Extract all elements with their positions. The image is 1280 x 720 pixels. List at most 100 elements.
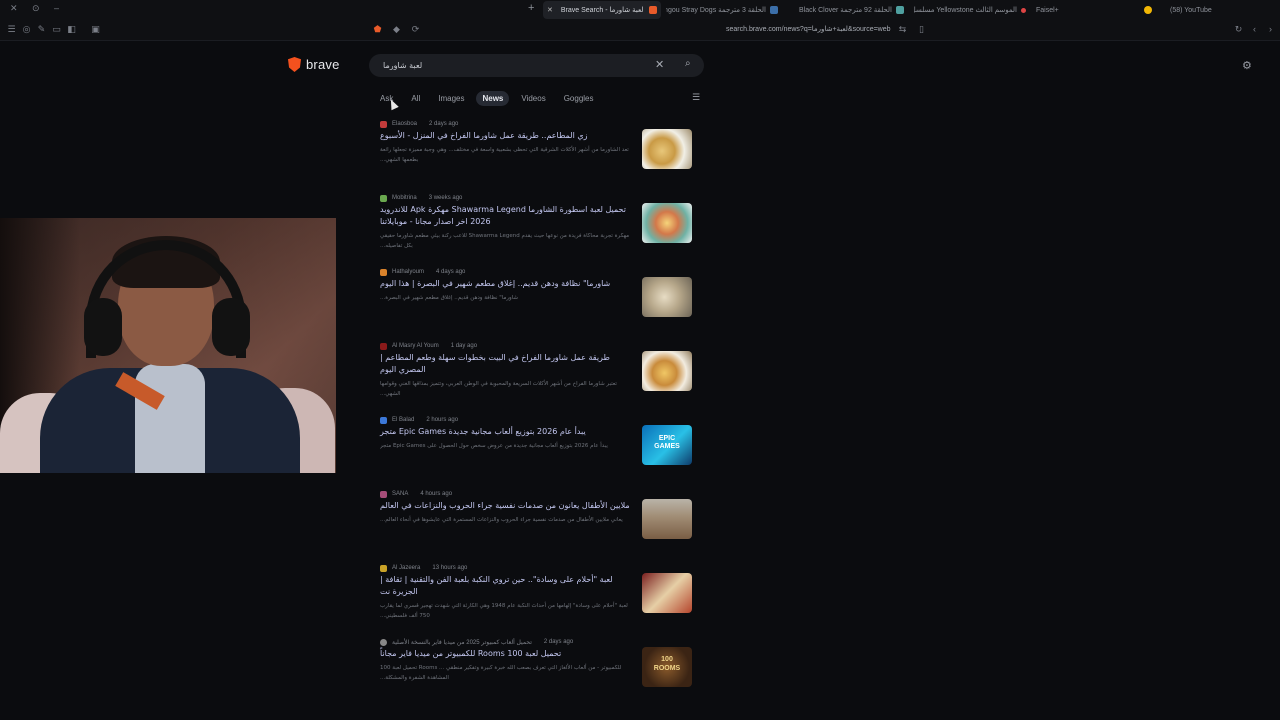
search-box: ✕ ⌕ xyxy=(369,54,704,77)
result-thumbnail[interactable] xyxy=(642,573,692,613)
tab-bungou[interactable]: Bungou Stray Dogs الحلقة 3 مترجمة xyxy=(666,1,782,19)
source-favicon-icon xyxy=(380,342,387,350)
sidebar-menu-icon[interactable]: ☰ xyxy=(6,24,17,35)
result-description: يبدأ عام 2026 بتوزيع ألعاب مجانية جديدة … xyxy=(380,443,608,449)
new-tab-button[interactable]: + xyxy=(528,2,534,14)
tab-news[interactable]: News xyxy=(476,91,510,106)
result-thumbnail[interactable] xyxy=(642,351,692,391)
search-input[interactable] xyxy=(383,58,643,73)
result-title[interactable]: تحميل لعبة اسطورة الشاورما Shawarma Lege… xyxy=(380,204,630,228)
result-description: لعبة "أحلام على وسادة" إلهامها من أحداث … xyxy=(380,603,628,619)
result-source[interactable]: Elaosboa xyxy=(392,121,417,127)
result-thumbnail[interactable] xyxy=(642,129,692,169)
settings-gear-icon[interactable]: ⚙ xyxy=(1242,59,1252,72)
search-icon[interactable]: ⌕ xyxy=(685,58,691,69)
result-description: تعد الشاورما من أشهر الأكلات الشرقية الت… xyxy=(380,147,629,163)
tab-images[interactable]: Images xyxy=(432,91,470,106)
clear-search-icon[interactable]: ✕ xyxy=(655,58,664,71)
result-thumbnail[interactable] xyxy=(642,277,692,317)
share-icon[interactable]: ⇆ xyxy=(897,24,908,35)
result-source[interactable]: SANA xyxy=(392,491,408,497)
brave-logo[interactable]: brave xyxy=(288,57,340,72)
result-title[interactable]: تحميل لعبة 100 Rooms للكمبيوتر من ميديا … xyxy=(380,648,630,660)
forward-icon[interactable]: › xyxy=(1265,24,1276,35)
result-age: 2 days ago xyxy=(429,121,459,127)
reload-page-icon[interactable]: ⟳ xyxy=(410,24,421,35)
shield-icon[interactable]: ◆ xyxy=(391,24,402,35)
tab-all[interactable]: All xyxy=(405,91,426,106)
result-description: مهكرة تجربة محاكاة فريدة من نوعها حيث يق… xyxy=(380,233,630,249)
bookmark-icon[interactable]: ▯ xyxy=(916,24,927,35)
result-title[interactable]: شاورما" نظافة ودهن قديم.. إغلاق مطعم شهي… xyxy=(380,278,630,290)
result-age: 4 hours ago xyxy=(420,491,453,497)
shirt xyxy=(135,364,205,473)
tab-label: Bungou Stray Dogs الحلقة 3 مترجمة xyxy=(666,7,766,14)
tab-label: (58) YouTube xyxy=(1170,6,1212,14)
news-results: Elaosboa 2 days ago زي المطاعم.. طريقة عم… xyxy=(380,118,700,710)
result-thumbnail[interactable] xyxy=(642,203,692,243)
result-source[interactable]: Hathalyoum xyxy=(392,269,424,275)
sidebar-toggle-icon[interactable]: ◧ xyxy=(66,24,77,35)
tab-label: Brave Search - لعبة شاورما xyxy=(560,7,644,14)
result-title[interactable]: يبدأ عام 2026 بتوزيع ألعاب مجانية جديدة … xyxy=(380,426,630,438)
tab-yellowstone[interactable]: مسلسل Yellowstone الموسم الثالث xyxy=(914,1,1030,19)
extensions-icon[interactable]: ✎ xyxy=(36,24,47,35)
source-favicon-icon xyxy=(380,194,387,202)
result-description: شاورما" نظافة ودهن قديم.. إغلاق مطعم شهي… xyxy=(380,295,518,301)
result-title[interactable]: طريقة عمل شاورما الفراخ في البيت بخطوات … xyxy=(380,352,630,376)
browser-menu-icon[interactable]: ⊙ xyxy=(32,3,40,14)
source-favicon-icon xyxy=(380,638,387,646)
tab-goggles[interactable]: Goggles xyxy=(558,91,600,106)
result-title[interactable]: زي المطاعم.. طريقة عمل شاورما الفراخ في … xyxy=(380,130,630,142)
result-thumbnail[interactable]: 100 ROOMS xyxy=(642,647,692,687)
filter-icon[interactable]: ☰ xyxy=(692,92,700,103)
tab-strip: ✕ ⊙ – + ✕ Brave Search - لعبة شاورما Bun… xyxy=(0,0,1280,21)
site-favicon-icon xyxy=(770,6,778,14)
news-result[interactable]: تحميل ألعاب كمبيوتر 2025 من ميديا فاير ب… xyxy=(380,636,700,710)
result-source[interactable]: Mobitrina xyxy=(392,195,417,201)
source-favicon-icon xyxy=(380,120,387,128)
site-favicon-icon xyxy=(1021,7,1026,13)
brave-lion-icon xyxy=(288,57,301,72)
result-title[interactable]: لعبة "أحلام على وسادة".. حين تروي النكبة… xyxy=(380,574,630,598)
tab-youtube[interactable]: (58) YouTube xyxy=(1140,1,1260,19)
reader-icon[interactable]: ▣ xyxy=(90,24,101,35)
source-favicon-icon xyxy=(380,490,387,498)
window-menu-icon[interactable]: ✕ xyxy=(10,3,18,14)
minimize-icon[interactable]: – xyxy=(54,3,59,13)
news-result[interactable]: Hathalyoum 4 days ago شاورما" نظافة ودهن … xyxy=(380,266,700,340)
tab-label: مسلسل Yellowstone الموسم الثالث xyxy=(914,7,1017,14)
url-field[interactable]: search.brave.com/news?q=لعبة+شاورما&sour… xyxy=(726,25,891,33)
reload-icon[interactable]: ↻ xyxy=(1233,24,1244,35)
news-result[interactable]: Al Masry Al Youm 1 day ago طريقة عمل شاور… xyxy=(380,340,700,414)
address-toolbar: ☰ ◎ ✎ ▭ ◧ ▣ ⬟ ◆ ⟳ search.brave.com/news?… xyxy=(0,20,1280,41)
source-favicon-icon xyxy=(380,564,387,572)
result-source[interactable]: Al Jazeera xyxy=(392,565,420,571)
news-result[interactable]: SANA 4 hours ago ملايين الأطفال يعانون من… xyxy=(380,488,700,562)
news-result[interactable]: Elaosboa 2 days ago زي المطاعم.. طريقة عم… xyxy=(380,118,700,192)
tab-label: Black Clover الحلقة 92 مترجمة xyxy=(799,7,892,14)
close-tab-icon[interactable]: ✕ xyxy=(547,6,553,14)
rss-icon xyxy=(380,268,387,276)
tab-black-clover[interactable]: Black Clover الحلقة 92 مترجمة xyxy=(790,1,908,19)
news-result[interactable]: El Balad 2 hours ago يبدأ عام 2026 بتوزيع… xyxy=(380,414,700,488)
result-source[interactable]: تحميل ألعاب كمبيوتر 2025 من ميديا فاير ب… xyxy=(392,639,532,646)
brave-shields-icon[interactable]: ⬟ xyxy=(372,24,383,35)
back-icon[interactable]: ‹ xyxy=(1249,24,1260,35)
result-title[interactable]: ملايين الأطفال يعانون من صدمات نفسية جرا… xyxy=(380,500,630,512)
news-result[interactable]: Mobitrina 3 weeks ago تحميل لعبة اسطورة ا… xyxy=(380,192,700,266)
brave-favicon-icon xyxy=(649,6,658,14)
result-source[interactable]: Al Masry Al Youm xyxy=(392,343,439,349)
tab-brave-search[interactable]: ✕ Brave Search - لعبة شاورما xyxy=(543,1,661,19)
news-result[interactable]: Al Jazeera 13 hours ago لعبة "أحلام على و… xyxy=(380,562,700,636)
tab-videos[interactable]: Videos xyxy=(515,91,551,106)
wallet-icon[interactable]: ◎ xyxy=(21,24,32,35)
bookmarks-icon[interactable]: ▭ xyxy=(51,24,62,35)
result-source[interactable]: El Balad xyxy=(392,417,414,423)
result-thumbnail[interactable] xyxy=(642,499,692,539)
result-age: 3 weeks ago xyxy=(428,195,463,201)
result-age: 13 hours ago xyxy=(432,565,468,571)
bulb-icon xyxy=(1144,6,1152,14)
result-thumbnail[interactable]: EPIC GAMES xyxy=(642,425,692,465)
tab-faisel[interactable]: Faisel+ xyxy=(1036,1,1136,19)
